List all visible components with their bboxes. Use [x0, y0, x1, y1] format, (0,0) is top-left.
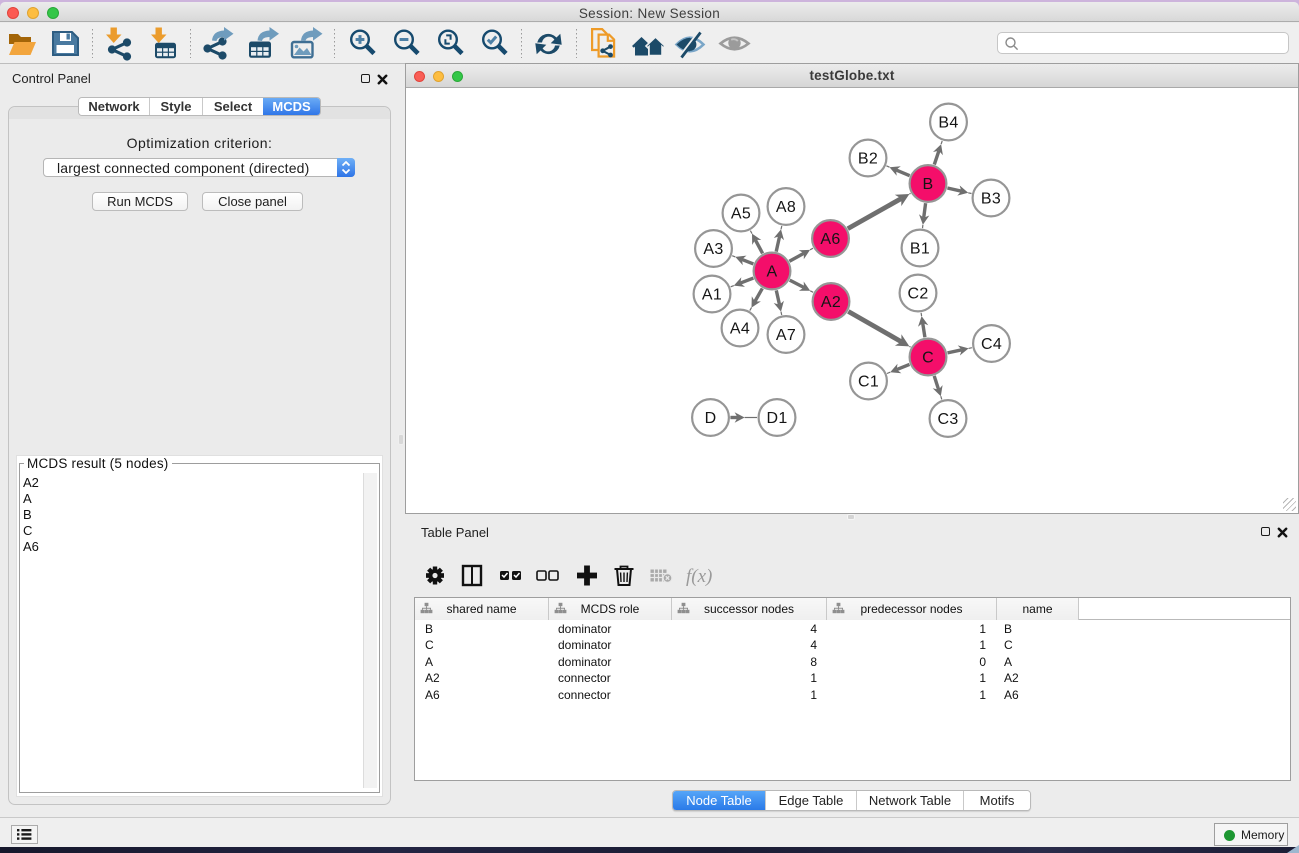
- svg-text:A4: A4: [730, 321, 750, 338]
- svg-text:C2: C2: [907, 286, 928, 303]
- svg-text:C3: C3: [937, 411, 958, 428]
- svg-text:D: D: [705, 410, 717, 427]
- svg-text:C1: C1: [858, 374, 879, 391]
- svg-text:A2: A2: [821, 294, 841, 311]
- svg-text:C: C: [922, 350, 934, 367]
- svg-text:f(x): f(x): [686, 566, 712, 587]
- svg-text:A3: A3: [703, 241, 723, 258]
- svg-text:B: B: [923, 176, 934, 193]
- svg-text:A8: A8: [776, 199, 796, 216]
- svg-text:B2: B2: [858, 151, 878, 168]
- svg-text:A: A: [767, 264, 778, 281]
- svg-text:A5: A5: [731, 206, 751, 223]
- svg-text:B3: B3: [981, 191, 1001, 208]
- svg-text:B4: B4: [938, 115, 958, 132]
- svg-text:B1: B1: [910, 241, 930, 258]
- svg-text:A7: A7: [776, 327, 796, 344]
- svg-text:A1: A1: [702, 287, 722, 304]
- svg-text:C4: C4: [981, 336, 1002, 353]
- svg-text:A6: A6: [820, 231, 840, 248]
- svg-text:D1: D1: [766, 410, 787, 427]
